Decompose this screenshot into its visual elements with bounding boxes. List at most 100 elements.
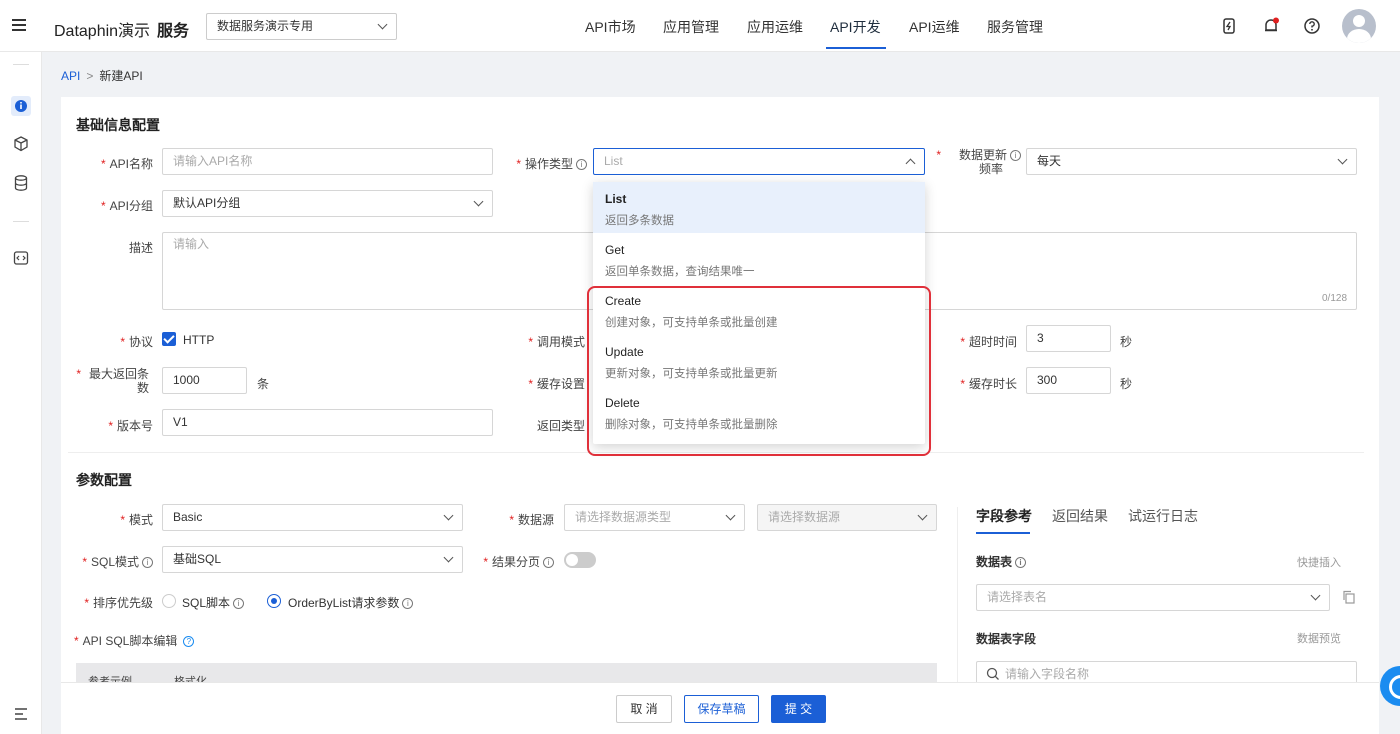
breadcrumb: API > 新建API (61, 67, 143, 84)
table-select-placeholder: 请选择表名 (987, 590, 1048, 604)
op-type-select-value: List (604, 154, 623, 168)
sql-editor-label: * API SQL脚本编辑? (74, 632, 195, 649)
api-group-value: 默认API分组 (173, 196, 241, 210)
nav-service-management[interactable]: 服务管理 (987, 17, 1043, 37)
api-group-select[interactable]: 默认API分组 (162, 190, 493, 217)
collapse-menu-icon[interactable] (11, 704, 31, 724)
chevron-down-icon (725, 510, 736, 521)
params-title: 参数配置 (76, 472, 132, 488)
help-icon[interactable] (1303, 17, 1321, 35)
nav-api-development[interactable]: API开发 (830, 17, 881, 37)
battery-bolt-icon[interactable] (1220, 17, 1238, 35)
tab-run-log[interactable]: 试运行日志 (1128, 506, 1198, 526)
table-fields-label: 数据表字段 (976, 632, 1037, 646)
help-icon: ? (183, 636, 195, 648)
sort-priority-label: * 排序优先级 (84, 596, 153, 610)
quick-insert-link[interactable]: 快捷插入 (1297, 554, 1341, 570)
submit-button[interactable]: 提 交 (771, 695, 826, 723)
table-label: 数据表 i (976, 553, 1027, 570)
return-type-label: 返回类型 (536, 419, 585, 433)
nav-app-operations[interactable]: 应用运维 (747, 17, 803, 37)
update-freq-select[interactable]: 每天 (1026, 148, 1357, 175)
timeout-input[interactable]: 3 (1026, 325, 1111, 352)
required-mark: * (76, 367, 81, 381)
module-name: 服务 (157, 23, 190, 40)
option-description: 返回多条数据 (605, 215, 674, 227)
rail-divider (13, 221, 29, 222)
save-draft-button[interactable]: 保存草稿 (684, 695, 759, 723)
tab-return-result[interactable]: 返回结果 (1052, 506, 1108, 526)
nav-api-operations[interactable]: API运维 (909, 17, 960, 37)
option-name: List (605, 192, 627, 206)
database-icon[interactable] (11, 173, 31, 193)
option-description: 返回单条数据，查询结果唯一 (605, 266, 755, 278)
menu-icon[interactable] (10, 16, 30, 36)
datasource-select[interactable]: 请选择数据源 (757, 504, 937, 531)
project-select-value: 数据服务演示专用 (217, 19, 314, 33)
chevron-down-icon (1337, 154, 1348, 165)
nav-active-indicator (826, 47, 886, 49)
nav-app-management[interactable]: 应用管理 (663, 17, 719, 37)
rail-divider (13, 64, 29, 65)
op-type-label: * 操作类型 i (501, 155, 587, 172)
table-select[interactable]: 请选择表名 (976, 584, 1330, 611)
sort-sql-radio[interactable] (162, 594, 176, 608)
search-icon (986, 667, 999, 680)
nav-api-market[interactable]: API市场 (585, 17, 636, 37)
datasource-type-select[interactable]: 请选择数据源类型 (564, 504, 745, 531)
timeout-label: * 超时时间 (960, 335, 1017, 349)
mode-label: * 模式 (120, 513, 153, 527)
http-checkbox[interactable] (162, 332, 176, 346)
tab-active-indicator (976, 532, 1030, 534)
dropdown-option-get[interactable]: Get 返回单条数据，查询结果唯一 (593, 233, 925, 284)
top-bar: Dataphin演示 服务 数据服务演示专用 API市场 应用管理 应用运维 A… (0, 0, 1400, 52)
copy-icon[interactable] (1342, 590, 1356, 604)
api-code-icon[interactable] (11, 248, 31, 268)
bell-icon[interactable] (1262, 17, 1280, 35)
chevron-down-icon (1310, 590, 1321, 601)
chevron-down-icon (443, 552, 454, 563)
sql-mode-label: * SQL模式 i (71, 553, 153, 570)
mode-select-value: Basic (173, 510, 203, 524)
avatar[interactable] (1342, 9, 1376, 43)
annotation-highlight-box (587, 286, 931, 456)
info-icon: i (576, 159, 587, 171)
update-freq-value: 每天 (1037, 154, 1062, 168)
max-rows-input[interactable]: 1000 (162, 367, 247, 394)
project-select[interactable]: 数据服务演示专用 (206, 13, 397, 40)
http-checkbox-label: HTTP (183, 333, 215, 347)
info-icon: i (1015, 557, 1027, 569)
datasource-placeholder: 请选择数据源 (768, 510, 841, 524)
description-label: 描述 (128, 241, 153, 255)
form-footer: 取 消 保存草稿 提 交 (61, 682, 1379, 734)
sort-sql-radio-label: SQL脚本 i (182, 594, 245, 611)
cube-icon[interactable] (11, 134, 31, 154)
datasource-label: * 数据源 (509, 513, 554, 527)
version-input[interactable]: V1 (162, 409, 493, 436)
left-rail (0, 52, 42, 734)
option-name: Get (605, 243, 625, 257)
api-name-input[interactable]: 请输入API名称 (162, 148, 493, 175)
cache-duration-label: * 缓存时长 (960, 377, 1017, 391)
cache-duration-input[interactable]: 300 (1026, 367, 1111, 394)
sql-mode-select[interactable]: 基础SQL (162, 546, 463, 573)
data-preview-link[interactable]: 数据预览 (1297, 630, 1341, 646)
info-circle-icon[interactable] (11, 96, 31, 116)
info-icon: i (543, 557, 554, 569)
datasource-type-placeholder: 请选择数据源类型 (575, 510, 672, 524)
cancel-button[interactable]: 取 消 (616, 695, 672, 723)
mode-select[interactable]: Basic (162, 504, 463, 531)
sort-orderby-radio[interactable] (267, 594, 281, 608)
api-name-label: * API名称 (100, 157, 153, 171)
breadcrumb-api-link[interactable]: API (61, 69, 80, 83)
basic-info-title: 基础信息配置 (76, 117, 160, 133)
description-counter: 0/128 (1322, 293, 1348, 304)
floating-help-icon[interactable] (1380, 666, 1400, 706)
dropdown-option-list[interactable]: List 返回多条数据 (593, 182, 925, 233)
tab-field-reference[interactable]: 字段参考 (976, 506, 1032, 526)
op-type-select[interactable]: List (593, 148, 925, 175)
cache-label: * 缓存设置 (528, 377, 585, 391)
call-mode-label: * 调用模式 (528, 335, 585, 349)
chevron-down-icon (473, 196, 484, 207)
paging-toggle[interactable] (564, 552, 596, 568)
